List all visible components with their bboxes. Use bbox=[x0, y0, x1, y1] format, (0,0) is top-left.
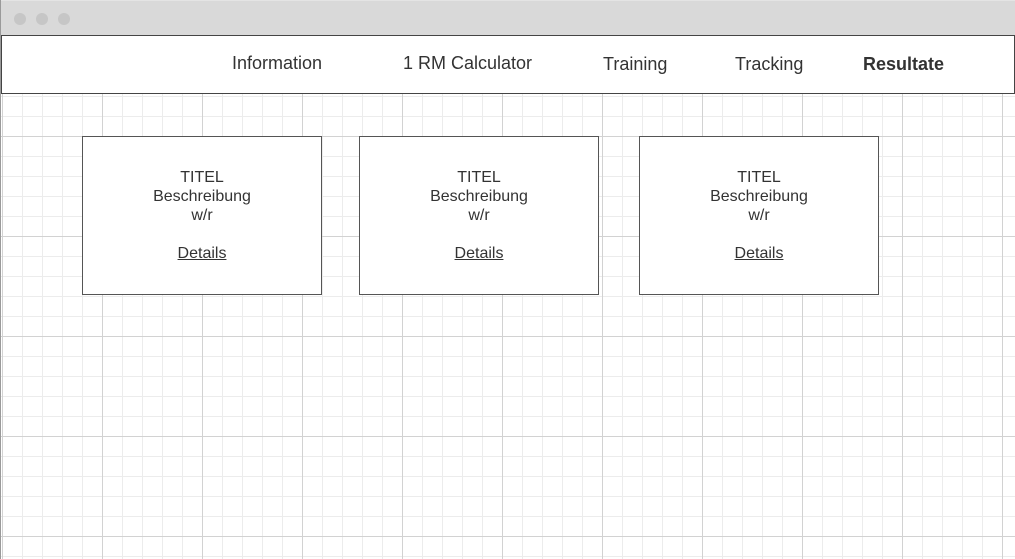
result-card: TITEL Beschreibung w/r Details bbox=[82, 136, 322, 295]
nav-item-information[interactable]: Information bbox=[232, 53, 322, 74]
card-meta: w/r bbox=[748, 207, 770, 224]
grid-canvas bbox=[1, 35, 1015, 559]
minimize-window-button[interactable] bbox=[36, 13, 48, 25]
nav-item-1rm-calculator[interactable]: 1 RM Calculator bbox=[403, 53, 532, 74]
card-title: TITEL bbox=[457, 169, 501, 186]
card-details-link[interactable]: Details bbox=[178, 244, 227, 263]
browser-window: Information 1 RM Calculator Training Tra… bbox=[0, 0, 1015, 559]
card-meta: w/r bbox=[191, 207, 213, 224]
card-description: Beschreibung bbox=[430, 188, 528, 205]
card-description: Beschreibung bbox=[153, 188, 251, 205]
nav-item-training[interactable]: Training bbox=[603, 54, 667, 75]
maximize-window-button[interactable] bbox=[58, 13, 70, 25]
result-card: TITEL Beschreibung w/r Details bbox=[639, 136, 879, 295]
close-window-button[interactable] bbox=[14, 13, 26, 25]
card-description: Beschreibung bbox=[710, 188, 808, 205]
result-card: TITEL Beschreibung w/r Details bbox=[359, 136, 599, 295]
main-navigation: Information 1 RM Calculator Training Tra… bbox=[1, 35, 1015, 94]
nav-item-tracking[interactable]: Tracking bbox=[735, 54, 803, 75]
card-title: TITEL bbox=[737, 169, 781, 186]
window-titlebar bbox=[1, 0, 1015, 35]
card-details-link[interactable]: Details bbox=[455, 244, 504, 263]
card-meta: w/r bbox=[468, 207, 490, 224]
nav-item-resultate[interactable]: Resultate bbox=[863, 54, 944, 75]
card-details-link[interactable]: Details bbox=[735, 244, 784, 263]
card-title: TITEL bbox=[180, 169, 224, 186]
